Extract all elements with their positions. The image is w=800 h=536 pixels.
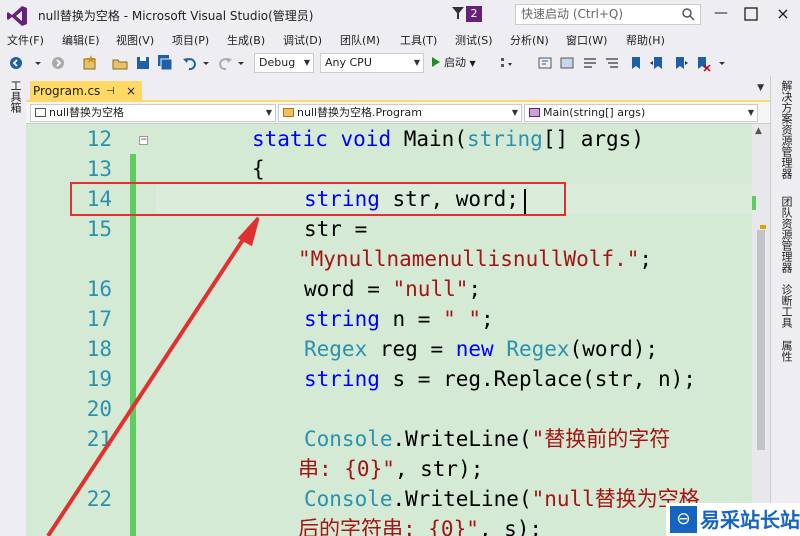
- watermark-text: 易采站长站: [700, 508, 800, 532]
- watermark-logo-icon: ⊖: [670, 506, 697, 533]
- annotation-arrow: [46, 216, 260, 536]
- watermark: ⊖ 易采站长站: [666, 503, 800, 536]
